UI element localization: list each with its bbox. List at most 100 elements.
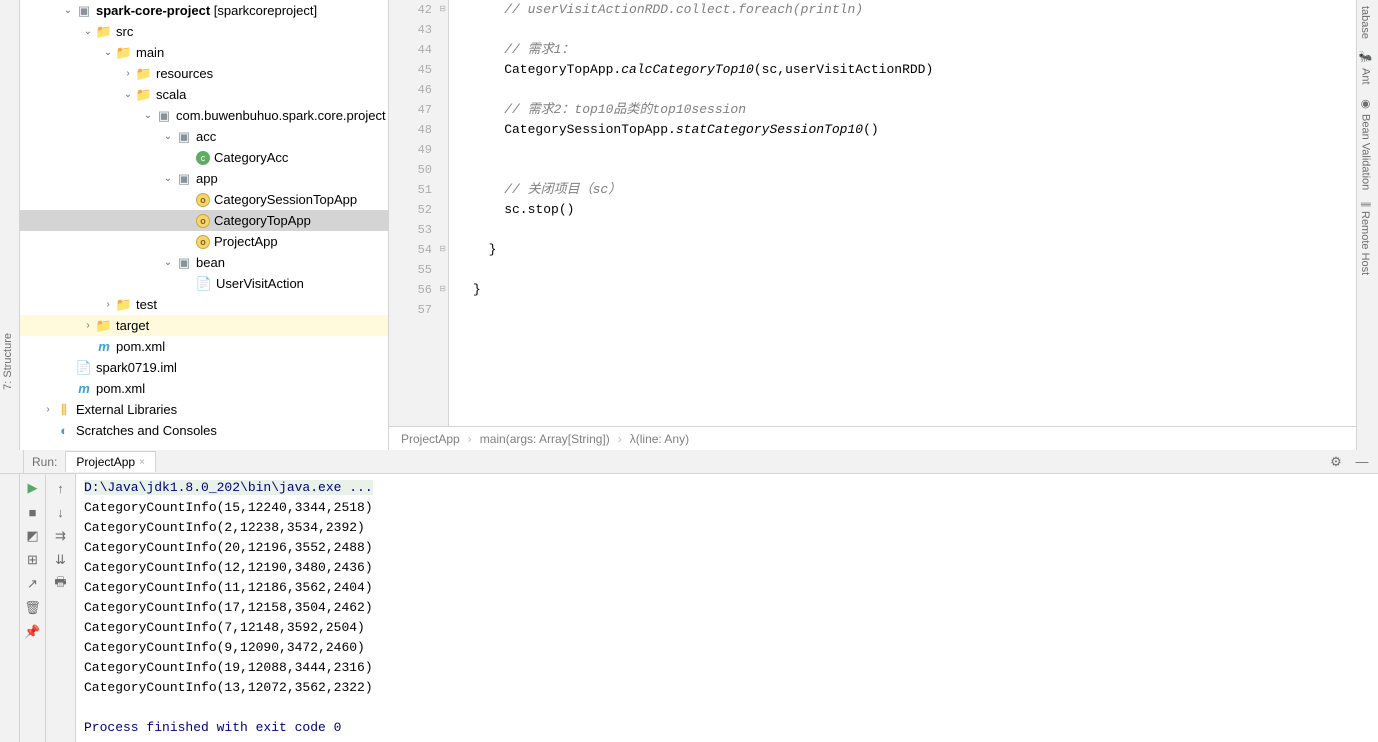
left-tool-strip[interactable]: 7: Structure: [0, 0, 20, 450]
tree-main[interactable]: ⌄ 📁 main: [20, 42, 388, 63]
chevron-right-icon[interactable]: ›: [100, 299, 116, 310]
iml-icon: 📄: [76, 360, 92, 376]
chevron-down-icon[interactable]: ⌄: [160, 131, 176, 142]
console-line: CategoryCountInfo(15,12240,3344,2518): [84, 498, 1370, 518]
tree-scala[interactable]: ⌄ 📁 scala: [20, 84, 388, 105]
minimize-icon[interactable]: —: [1354, 454, 1370, 470]
tree-package[interactable]: ⌄ ▣ com.buwenbuhuo.spark.core.project: [20, 105, 388, 126]
console-line: D:\Java\jdk1.8.0_202\bin\java.exe ...: [84, 478, 1370, 498]
run-label: Run:: [24, 455, 65, 469]
pin-icon[interactable]: 📌: [25, 624, 41, 640]
code-line: }: [473, 280, 1356, 300]
fold-icon[interactable]: ⊟: [439, 280, 446, 300]
chevron-right-icon[interactable]: ›: [40, 404, 56, 415]
scroll-icon[interactable]: ⇊: [53, 552, 69, 568]
fold-icon[interactable]: ⊟: [439, 240, 446, 260]
breadcrumb-item[interactable]: λ(line: Any): [630, 432, 689, 446]
line-number: 52: [389, 200, 448, 220]
code-line: [473, 220, 1356, 240]
trash-icon[interactable]: 🗑: [25, 600, 41, 616]
package-icon: ▣: [176, 171, 192, 187]
code-line: [473, 80, 1356, 100]
code-line: [473, 140, 1356, 160]
code-line: [473, 160, 1356, 180]
tree-resources[interactable]: › 📁 resources: [20, 63, 388, 84]
console-line: CategoryCountInfo(20,12196,3552,2488): [84, 538, 1370, 558]
tree-src[interactable]: ⌄ 📁 src: [20, 21, 388, 42]
maven-icon: m: [76, 381, 92, 397]
breadcrumb-item[interactable]: ProjectApp: [401, 432, 460, 446]
close-icon[interactable]: ×: [139, 457, 145, 468]
line-number: 50: [389, 160, 448, 180]
line-number: 55: [389, 260, 448, 280]
tree-categoryacc[interactable]: c CategoryAcc: [20, 147, 388, 168]
code-line: }: [473, 240, 1356, 260]
chevron-right-icon[interactable]: ›: [120, 68, 136, 79]
object-icon: o: [196, 193, 210, 207]
structure-tool[interactable]: 7: Structure: [2, 333, 14, 390]
code-editor[interactable]: 42⊟ 43 44 45 46 47 48 49 50 51 52 53 54⊟…: [388, 0, 1356, 450]
print-icon[interactable]: 🖶: [53, 576, 69, 592]
object-icon: o: [196, 214, 210, 228]
console-output[interactable]: D:\Java\jdk1.8.0_202\bin\java.exe ... Ca…: [76, 474, 1378, 742]
tree-pom1[interactable]: m pom.xml: [20, 336, 388, 357]
line-number: 49: [389, 140, 448, 160]
play-icon[interactable]: ▶: [25, 480, 41, 496]
tree-scratches[interactable]: ◐ Scratches and Consoles: [20, 420, 388, 441]
remote-host-tool[interactable]: ⫼Remote Host: [1357, 196, 1373, 281]
chevron-down-icon[interactable]: ⌄: [160, 257, 176, 268]
tree-uservisitaction[interactable]: 📄 UserVisitAction: [20, 273, 388, 294]
database-tool[interactable]: tabase: [1357, 0, 1373, 45]
breadcrumb-item[interactable]: main(args: Array[String]): [480, 432, 610, 446]
bean-validation-tool[interactable]: ◉Bean Validation: [1357, 91, 1374, 196]
camera-icon[interactable]: ◩: [25, 528, 41, 544]
library-icon: ⫼: [56, 402, 72, 418]
chevron-down-icon[interactable]: ⌄: [80, 26, 96, 37]
right-tool-strip[interactable]: tabase 🐜Ant ◉Bean Validation ⫼Remote Hos…: [1356, 0, 1378, 450]
tree-target[interactable]: › 📁 target: [20, 315, 388, 336]
breadcrumb[interactable]: ProjectApp › main(args: Array[String]) ›…: [389, 426, 1356, 450]
package-icon: ▣: [156, 108, 172, 124]
tree-pom2[interactable]: m pom.xml: [20, 378, 388, 399]
stop-icon[interactable]: ■: [25, 504, 41, 520]
folder-icon: 📁: [96, 24, 112, 40]
wrap-icon[interactable]: ⇉: [53, 528, 69, 544]
tree-acc[interactable]: ⌄ ▣ acc: [20, 126, 388, 147]
tree-catsessiontop[interactable]: o CategorySessionTopApp: [20, 189, 388, 210]
fold-icon[interactable]: ⊟: [439, 0, 446, 20]
chevron-down-icon[interactable]: ⌄: [60, 5, 76, 16]
tree-app[interactable]: ⌄ ▣ app: [20, 168, 388, 189]
chevron-down-icon[interactable]: ⌄: [140, 110, 156, 121]
chevron-down-icon[interactable]: ⌄: [160, 173, 176, 184]
line-number: 54⊟: [389, 240, 448, 260]
tree-cattop[interactable]: o CategoryTopApp: [20, 210, 388, 231]
line-number: 57: [389, 300, 448, 320]
module-icon: ▣: [76, 3, 92, 19]
chevron-down-icon[interactable]: ⌄: [100, 47, 116, 58]
tree-projectapp[interactable]: o ProjectApp: [20, 231, 388, 252]
run-tab[interactable]: ProjectApp ×: [65, 451, 156, 472]
line-number: 44: [389, 40, 448, 60]
down-icon[interactable]: ↓: [53, 504, 69, 520]
up-icon[interactable]: ↑: [53, 480, 69, 496]
tree-bean[interactable]: ⌄ ▣ bean: [20, 252, 388, 273]
code-line: CategorySessionTopApp.statCategorySessio…: [473, 120, 1356, 140]
ant-tool[interactable]: 🐜Ant: [1357, 45, 1374, 91]
code-content[interactable]: // userVisitActionRDD.collect.foreach(pr…: [449, 0, 1356, 450]
exit-icon[interactable]: ↗: [25, 576, 41, 592]
folder-icon: 📁: [116, 297, 132, 313]
chevron-down-icon[interactable]: ⌄: [120, 89, 136, 100]
tree-project-root[interactable]: ⌄ ▣ spark-core-project [sparkcoreproject…: [20, 0, 388, 21]
tree-iml[interactable]: 📄 spark0719.iml: [20, 357, 388, 378]
project-tree[interactable]: ⌄ ▣ spark-core-project [sparkcoreproject…: [20, 0, 388, 450]
code-line: [473, 260, 1356, 280]
gear-icon[interactable]: ⚙: [1328, 454, 1344, 470]
tree-extlib[interactable]: › ⫼ External Libraries: [20, 399, 388, 420]
target-folder-icon: 📁: [96, 318, 112, 334]
line-number: 56⊟: [389, 280, 448, 300]
run-toolbar-primary: ▶ ■ ◩ ⊞ ↗ 🗑 📌: [20, 474, 46, 742]
editor-gutter: 42⊟ 43 44 45 46 47 48 49 50 51 52 53 54⊟…: [389, 0, 449, 450]
layout-icon[interactable]: ⊞: [25, 552, 41, 568]
chevron-right-icon[interactable]: ›: [80, 320, 96, 331]
tree-test[interactable]: › 📁 test: [20, 294, 388, 315]
